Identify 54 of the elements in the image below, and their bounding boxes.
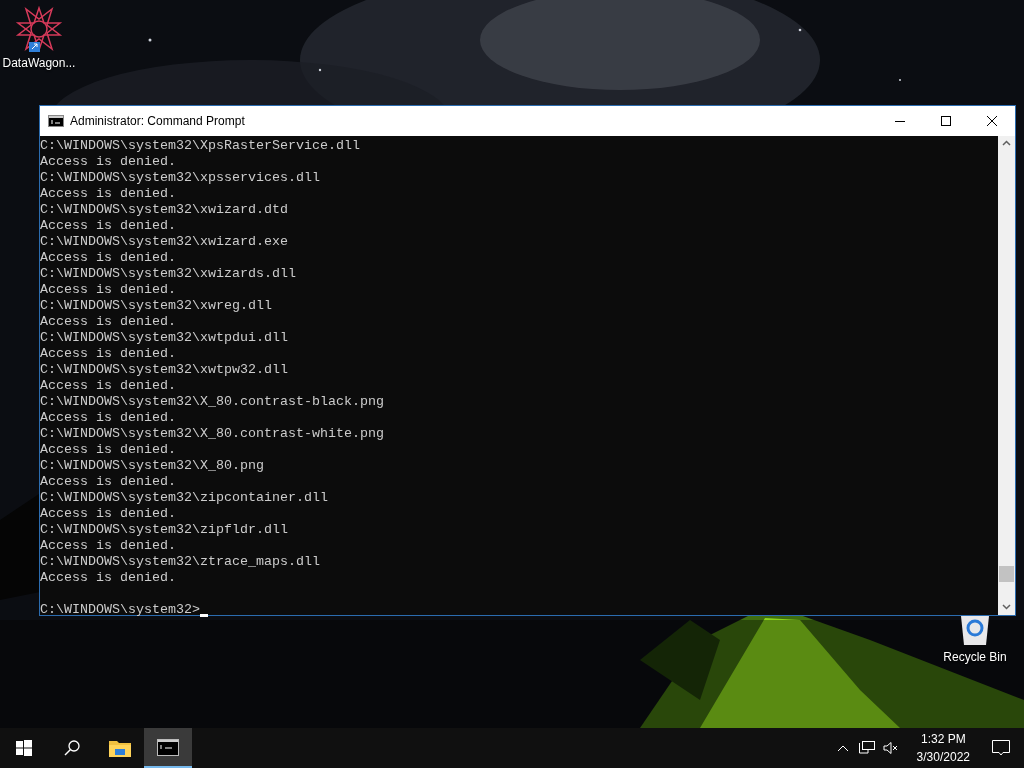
folder-icon (109, 739, 131, 757)
console-line: Access is denied. (40, 186, 176, 202)
console-line: C:\WINDOWS\system32\xwizard.dtd (40, 202, 288, 218)
console-line: C:\WINDOWS\system32\xwizard.exe (40, 234, 288, 250)
console-line: C:\WINDOWS\system32\xwizards.dll (40, 266, 296, 282)
console-line: Access is denied. (40, 410, 176, 426)
recycle-bin-icon (958, 614, 992, 646)
console-line: C:\WINDOWS\system32\xwtpw32.dll (40, 362, 288, 378)
clock[interactable]: 1:32 PM 3/30/2022 (908, 730, 978, 766)
console-line: C:\WINDOWS\system32\zipfldr.dll (40, 522, 288, 538)
clock-time: 1:32 PM (920, 731, 966, 748)
close-icon (987, 116, 997, 126)
icon-label[interactable]: Recycle Bin (943, 648, 1007, 666)
scroll-down-icon[interactable] (1002, 604, 1011, 610)
console-line: Access is denied. (40, 506, 176, 522)
console-line: C:\WINDOWS\system32\xwreg.dll (40, 298, 272, 314)
console-line: Access is denied. (40, 378, 176, 394)
scrollbar[interactable] (998, 136, 1015, 615)
console-line: Access is denied. (40, 442, 176, 458)
notification-icon[interactable] (992, 740, 1010, 756)
console-line: C:\WINDOWS\system32\zipcontainer.dll (40, 490, 328, 506)
console-button[interactable] (144, 728, 192, 768)
console-line: Access is denied. (40, 346, 176, 362)
icon-label[interactable]: DataWagon... (2, 54, 76, 72)
network-icon[interactable] (858, 741, 875, 755)
muted-speaker-icon[interactable] (882, 741, 899, 755)
console-line: Access is denied. (40, 218, 176, 234)
maximize-icon (941, 116, 951, 126)
chevron-up-icon[interactable] (836, 744, 849, 752)
console-line: C:\WINDOWS\system32\xpsservices.dll (40, 170, 320, 186)
scroll-thumb[interactable] (999, 566, 1014, 582)
star-logo-icon (15, 6, 63, 52)
console-line: C:\WINDOWS\system32\X_80.png (40, 458, 264, 474)
console-line: Access is denied. (40, 250, 176, 266)
console-icon (157, 738, 179, 756)
console-line: Access is denied. (40, 154, 176, 170)
search-icon (64, 740, 80, 756)
clock-date: 3/30/2022 (916, 749, 970, 766)
console-line: C:\WINDOWS\system32\X_80.contrast-white.png (40, 426, 384, 442)
console-icon (48, 115, 64, 127)
scroll-up-icon[interactable] (1002, 140, 1011, 146)
console-line: Access is denied. (40, 314, 176, 330)
windows-logo-icon (16, 740, 32, 756)
console-line: Access is denied. (40, 474, 176, 490)
text-cursor (199, 614, 208, 617)
console-line: Access is denied. (40, 570, 176, 586)
console-line: C:\WINDOWS\system32\XpsRasterService.dll (40, 138, 360, 154)
console-line: C:\WINDOWS\system32\ztrace_maps.dll (40, 554, 320, 570)
command-prompt: C:\WINDOWS\system32> (40, 602, 200, 618)
console-line: C:\WINDOWS\system32\xwtpdui.dll (40, 330, 288, 346)
console-line: Access is denied. (40, 538, 176, 554)
console-line: C:\WINDOWS\system32\X_80.contrast-black.png (40, 394, 384, 410)
console-line: Access is denied. (40, 282, 176, 298)
window-title: Administrator: Command Prompt (70, 113, 245, 130)
